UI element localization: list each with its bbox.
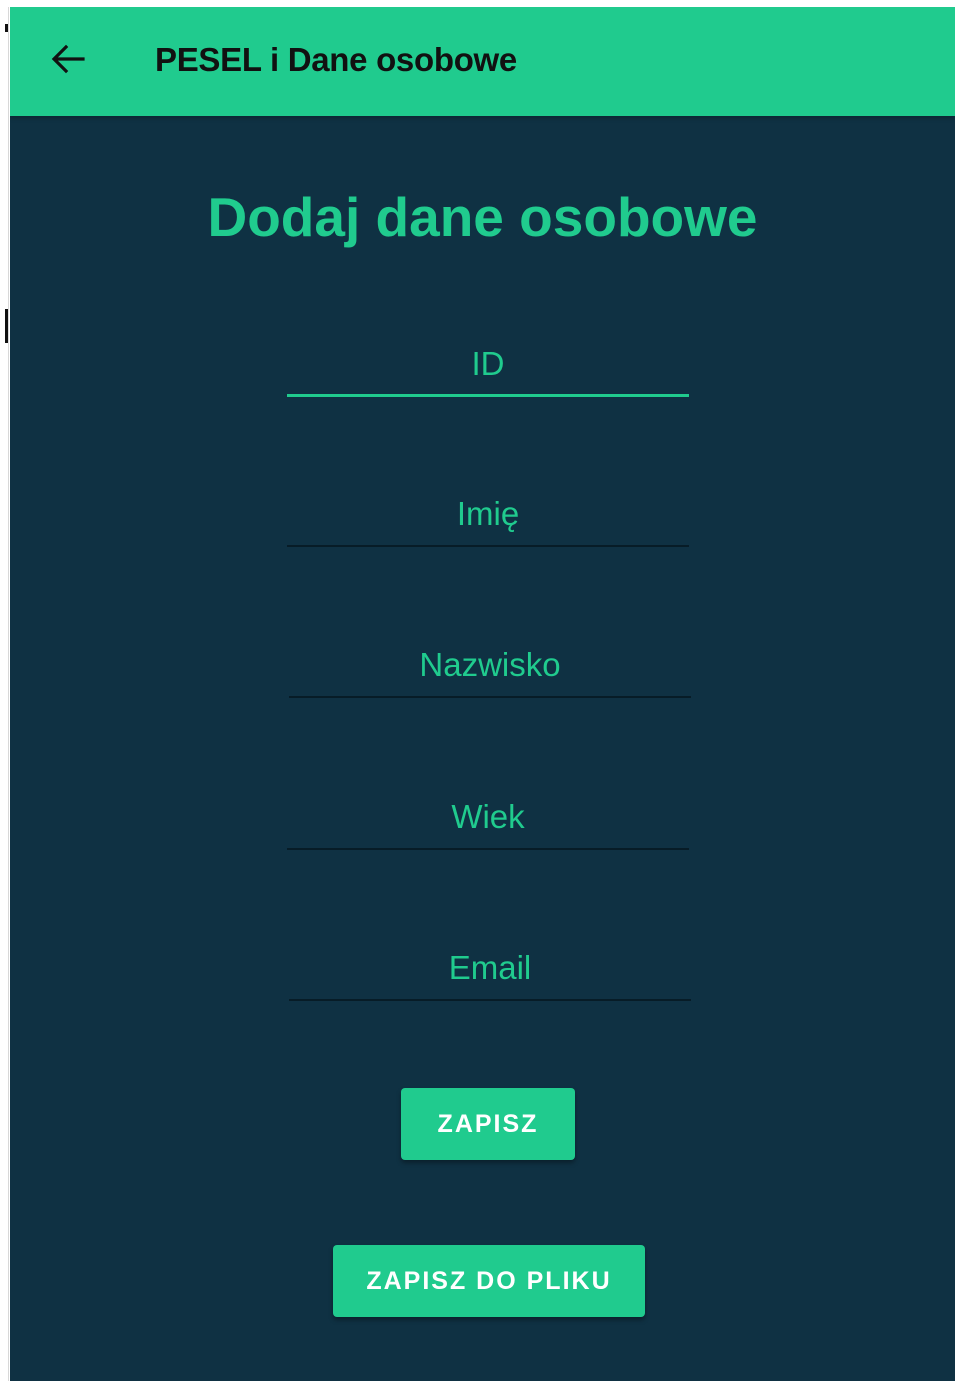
first-name-field — [287, 487, 689, 547]
first-name-field-underline — [287, 545, 689, 547]
arrow-left-icon — [51, 44, 85, 74]
back-button[interactable] — [46, 37, 90, 81]
id-field-underline — [287, 394, 689, 397]
age-input[interactable] — [287, 790, 689, 844]
email-field-underline — [289, 999, 691, 1001]
id-field — [287, 337, 689, 397]
last-name-input[interactable] — [289, 638, 691, 692]
app-bar-title: PESEL i Dane osobowe — [155, 41, 517, 78]
first-name-input[interactable] — [287, 487, 689, 541]
app-bar: PESEL i Dane osobowe — [10, 7, 955, 116]
age-field-underline — [287, 848, 689, 850]
last-name-field — [289, 638, 691, 698]
save-button[interactable]: ZAPISZ — [401, 1088, 575, 1160]
save-to-file-button[interactable]: ZAPISZ DO PLIKU — [333, 1245, 645, 1317]
app-screen: PESEL i Dane osobowe Dodaj dane osobowe … — [10, 7, 955, 1381]
page-title: Dodaj dane osobowe — [207, 186, 758, 248]
age-field — [287, 790, 689, 850]
last-name-field-underline — [289, 696, 691, 698]
id-input[interactable] — [287, 337, 689, 391]
email-field — [289, 941, 691, 1001]
email-input[interactable] — [289, 941, 691, 995]
window-edge-mark — [5, 24, 8, 32]
window-edge-mark — [5, 309, 8, 343]
